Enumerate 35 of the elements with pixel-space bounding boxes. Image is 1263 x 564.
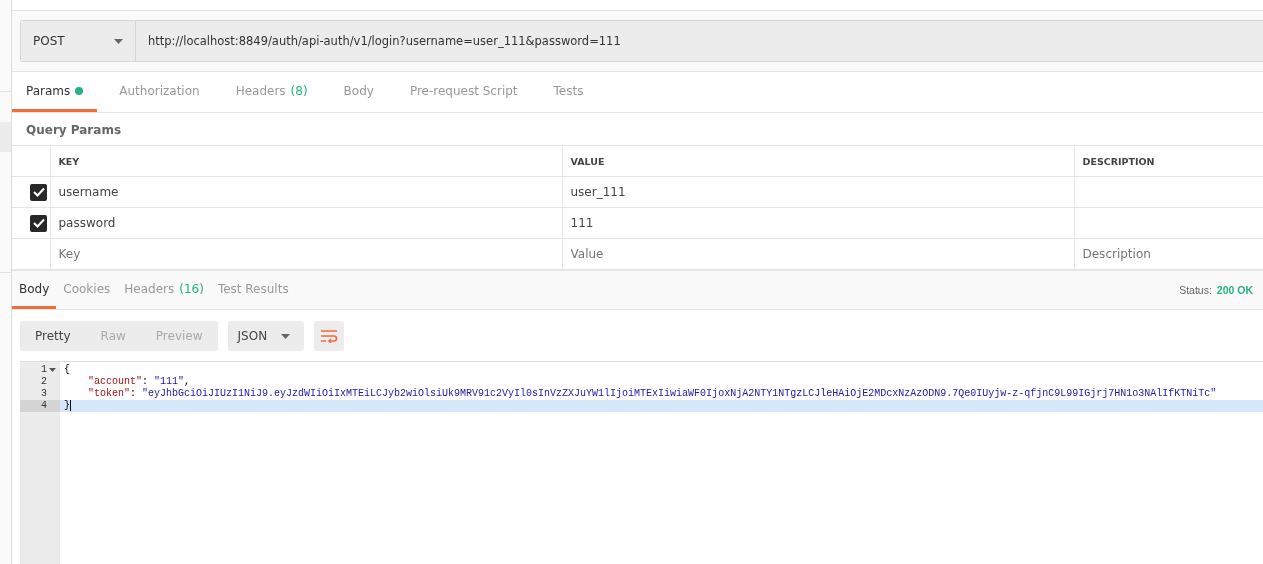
line-number: 1	[41, 364, 47, 376]
wrap-icon	[320, 329, 339, 343]
view-mode-tab[interactable]: Preview	[140, 321, 218, 351]
section-title: Query Params	[25, 122, 123, 139]
line-number: 4	[41, 400, 47, 412]
request-tab[interactable]: Body	[329, 72, 388, 112]
request-tab[interactable]: Params	[12, 72, 98, 112]
request-tab[interactable]: Pre-request Script	[395, 72, 532, 112]
request-tab[interactable]: Tests	[539, 72, 598, 112]
column-header: VALUE	[570, 155, 605, 167]
response-tab[interactable]: Body	[12, 271, 57, 309]
status-label: Status:	[1179, 284, 1212, 296]
table-cell: password	[58, 216, 116, 230]
column-header: KEY	[58, 155, 80, 167]
view-mode-tab[interactable]: Raw	[85, 321, 141, 351]
line-number: 2	[41, 376, 47, 388]
request-tab[interactable]: Authorization	[105, 72, 214, 112]
response-tab[interactable]: Test Results	[210, 271, 296, 309]
response-tab[interactable]: Headers (16)	[117, 271, 211, 309]
column-header: DESCRIPTION	[1082, 155, 1155, 167]
table-cell: user_111	[570, 185, 626, 199]
request-tab[interactable]: Headers (8)	[221, 72, 322, 112]
code-line: "account": "111",	[87, 376, 192, 388]
code-line: {	[63, 364, 71, 376]
view-mode-tab[interactable]: Pretty	[20, 321, 86, 351]
code-line: "token": "eyJhbGciOiJIUzI1NiJ9.eyJzdWIiOiIxMTEiLCJyb2wiOlsiUk9MRV91c2VyIl0sInVzZXJuYW1lIjoiMTExIiwiaWF0IjoxNjA2NTY1NTgzLCJleHAiOjE2MDcxNzAzODN9.7Qe0IUyjw-z-qfjnC9L99IGjrj7HN1o3NAlIfKTNiTc"	[87, 388, 1218, 400]
caret-icon	[281, 333, 291, 339]
response-tab[interactable]: Cookies	[56, 271, 118, 309]
status-value: 200 OK	[1216, 284, 1253, 296]
checkbox[interactable]	[30, 214, 47, 232]
line-number: 3	[41, 388, 47, 400]
table-cell: 111	[570, 216, 594, 230]
checkbox[interactable]	[30, 183, 47, 201]
format-dropdown[interactable]: JSON	[227, 321, 305, 351]
table-cell: username	[58, 185, 119, 199]
